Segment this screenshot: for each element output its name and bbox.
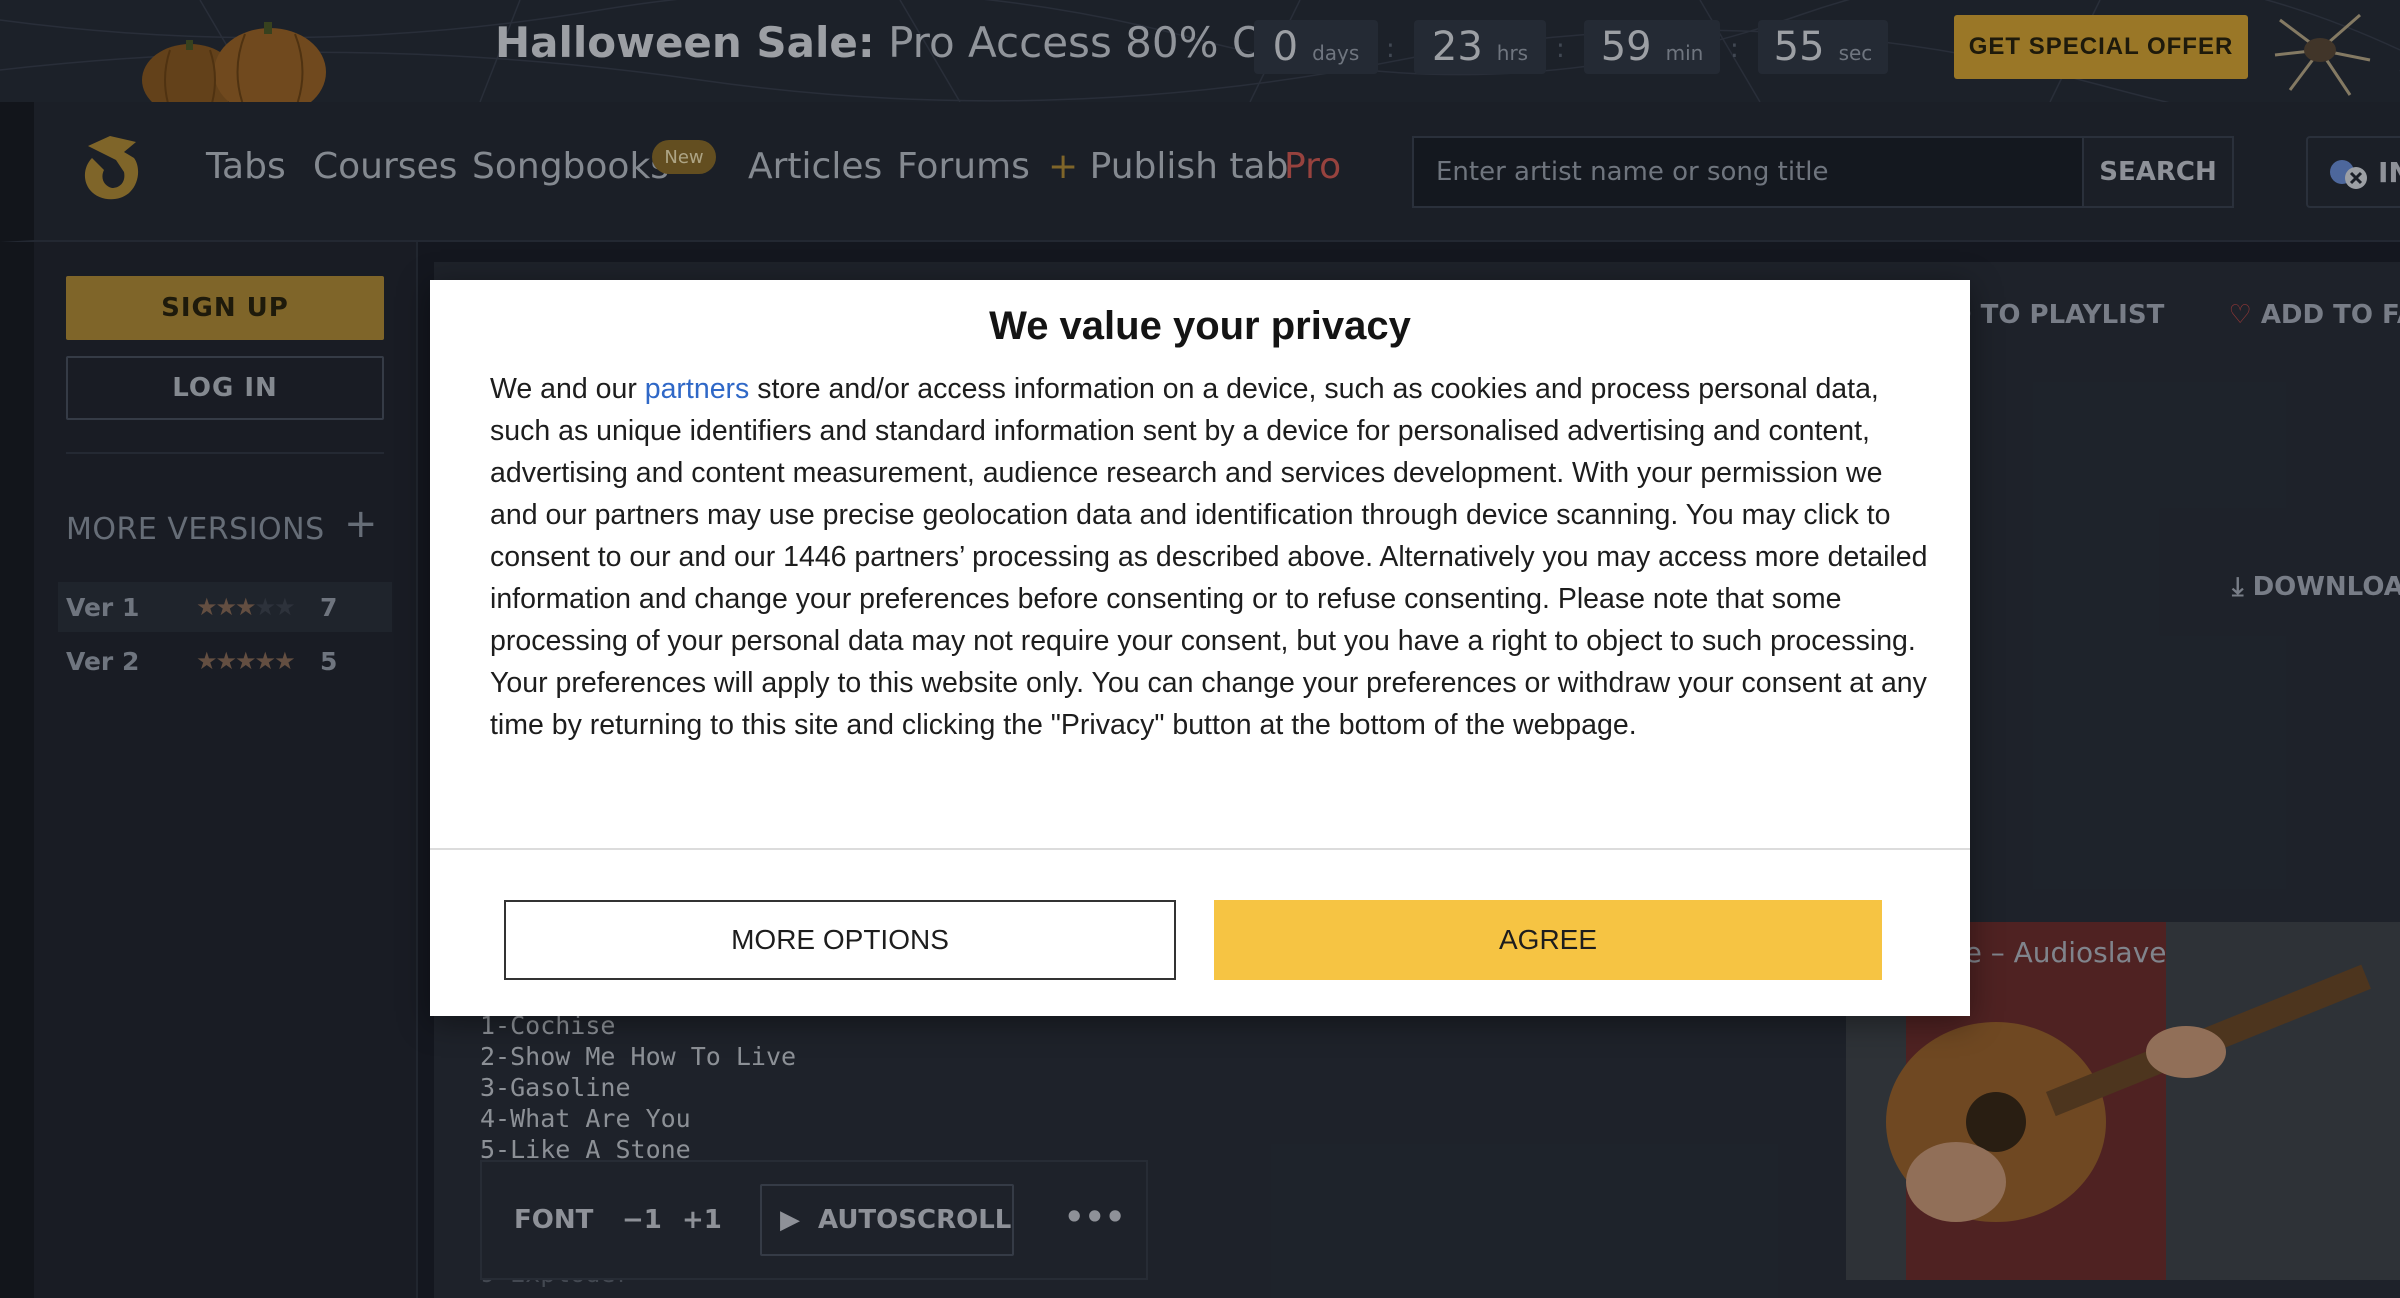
more-options-button[interactable]: MORE OPTIONS — [504, 900, 1176, 980]
dialog-body-intro: We and our — [490, 373, 645, 405]
agree-button[interactable]: AGREE — [1214, 900, 1882, 980]
dialog-body-text: store and/or access information on a dev… — [490, 373, 1928, 741]
partners-link[interactable]: partners — [645, 373, 750, 405]
privacy-consent-dialog: We value your privacy We and our partner… — [430, 280, 1970, 1016]
dialog-body: We and our partners store and/or access … — [490, 368, 1930, 746]
dialog-divider — [430, 848, 1970, 850]
dialog-title: We value your privacy — [989, 304, 1411, 348]
